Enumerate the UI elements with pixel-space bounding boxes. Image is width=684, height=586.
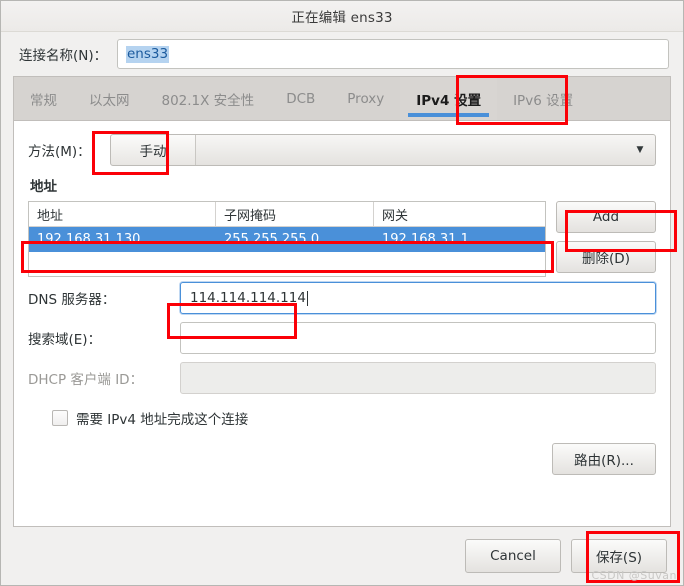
method-dropdown[interactable]: 手动 ▼ [110, 134, 656, 166]
routes-button[interactable]: 路由(R)... [552, 443, 656, 475]
cell-address: 192.168.31.130 [37, 232, 141, 247]
cancel-button[interactable]: Cancel [465, 539, 561, 573]
dns-row: DNS 服务器： 114.114.114.114 [28, 279, 656, 317]
tab-proxy[interactable]: Proxy [331, 77, 400, 120]
dns-servers-label: DNS 服务器： [28, 292, 116, 308]
require-ipv4-checkbox[interactable] [52, 410, 68, 426]
dns-servers-input[interactable]: 114.114.114.114 [180, 282, 656, 314]
column-header-address: 地址 [29, 202, 216, 226]
search-domains-row: 搜索域(E)： [28, 319, 656, 357]
connection-name-label: 连接名称(N)： [19, 48, 108, 64]
address-buttons: Add 删除(D) [556, 201, 656, 273]
tab-ipv6-settings[interactable]: IPv6 设置 [497, 77, 589, 120]
cell-gateway: 192.168.31.1 [382, 232, 469, 247]
dhcp-client-id-input [180, 362, 656, 394]
tab-ethernet[interactable]: 以太网 [73, 77, 146, 120]
connection-name-input[interactable]: ens33 [117, 39, 669, 69]
addresses-area: 地址 子网掩码 网关 192.168.31.130 255.255.255.0 … [28, 201, 656, 277]
tab-dcb[interactable]: DCB [270, 77, 331, 120]
tab-8021x-security-label: 802.1X 安全性 [161, 92, 255, 109]
delete-address-button[interactable]: 删除(D) [556, 241, 656, 273]
tab-general-label: 常规 [30, 92, 57, 109]
watermark: CSDN @Suvan [591, 569, 677, 582]
tabstrip: 常规 以太网 802.1X 安全性 DCB Proxy IPv4 设置 IPv6… [13, 76, 671, 120]
tab-8021x-security[interactable]: 802.1X 安全性 [146, 77, 271, 120]
dns-servers-value: 114.114.114.114 [190, 290, 306, 306]
action-bar: Cancel 保存(S) [1, 527, 683, 585]
connection-name-value: ens33 [126, 45, 170, 63]
tab-ipv4-settings[interactable]: IPv4 设置 [400, 77, 498, 120]
save-button[interactable]: 保存(S) [571, 539, 667, 573]
addresses-section-title: 地址 [30, 179, 57, 195]
method-dropdown-field [196, 135, 625, 165]
tab-dcb-label: DCB [286, 90, 316, 107]
column-header-netmask: 子网掩码 [216, 202, 374, 226]
text-caret [306, 290, 308, 306]
chevron-down-icon: ▼ [636, 145, 644, 155]
dhcp-client-id-label: DHCP 客户端 ID： [28, 372, 144, 388]
tab-general[interactable]: 常规 [14, 77, 73, 120]
tab-ipv4-settings-label: IPv4 设置 [416, 92, 482, 109]
edit-connection-window: 正在编辑 ens33 连接名称(N)： ens33 常规 以太网 802.1X … [0, 0, 684, 586]
cell-netmask: 255.255.255.0 [224, 232, 320, 247]
tab-proxy-label: Proxy [347, 90, 385, 107]
address-table[interactable]: 地址 子网掩码 网关 192.168.31.130 255.255.255.0 … [28, 201, 546, 277]
ipv4-settings-panel: 方法(M)： 手动 ▼ 地址 地址 子网掩码 网关 192.168.31.130… [13, 120, 671, 527]
routes-row: 路由(R)... [28, 443, 656, 475]
address-table-header: 地址 子网掩码 网关 [29, 202, 545, 227]
require-ipv4-label: 需要 IPv4 地址完成这个连接 [76, 412, 249, 428]
connection-name-row: 连接名称(N)： ens33 [1, 32, 683, 76]
search-domains-label: 搜索域(E)： [28, 332, 102, 348]
method-selected-value: 手动 [111, 135, 196, 165]
add-address-button[interactable]: Add [556, 201, 656, 233]
search-domains-input[interactable] [180, 322, 656, 354]
method-label: 方法(M)： [28, 144, 91, 160]
column-header-gateway: 网关 [382, 208, 409, 224]
tab-ipv6-settings-label: IPv6 设置 [513, 92, 574, 109]
window-title: 正在编辑 ens33 [291, 10, 393, 26]
titlebar: 正在编辑 ens33 [1, 1, 683, 32]
table-row[interactable]: 192.168.31.130 255.255.255.0 192.168.31.… [29, 227, 545, 252]
tab-ethernet-label: 以太网 [89, 92, 130, 109]
require-ipv4-row[interactable]: 需要 IPv4 地址完成这个连接 [28, 403, 656, 433]
dhcp-client-id-row: DHCP 客户端 ID： [28, 359, 656, 397]
method-row: 方法(M)： 手动 ▼ [28, 133, 656, 167]
